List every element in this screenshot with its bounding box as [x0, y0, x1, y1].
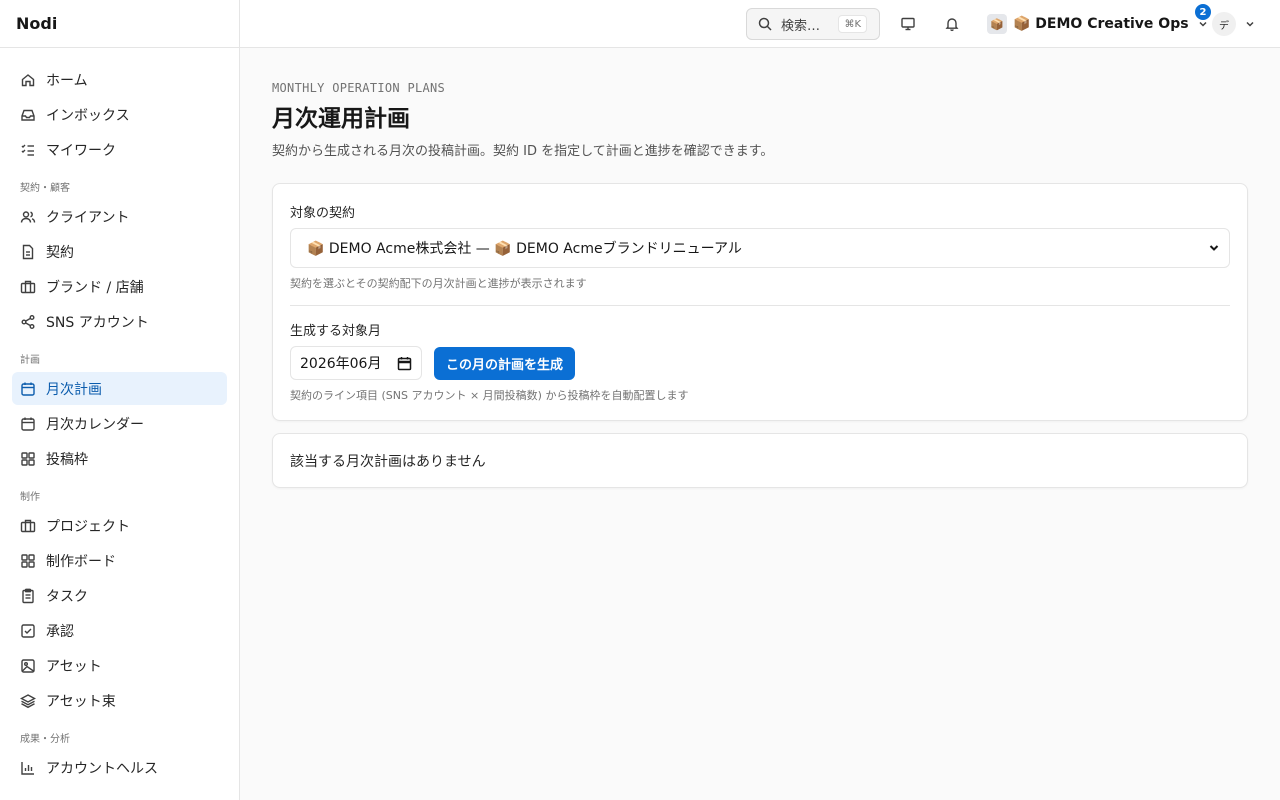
sidebar-item[interactable]: クライアント	[12, 200, 227, 233]
inbox-icon	[20, 107, 36, 123]
search-shortcut: ⌘K	[838, 15, 867, 33]
document-icon	[20, 244, 36, 260]
briefcase-icon	[20, 279, 36, 295]
sidebar-item-label: クライアント	[46, 209, 130, 226]
sidebar-item-label: 契約	[46, 244, 74, 261]
list-check-icon	[20, 142, 36, 158]
users-icon	[20, 209, 36, 225]
sidebar-item[interactable]: アセット束	[12, 684, 227, 717]
empty-state: 該当する月次計画はありません	[272, 433, 1248, 488]
calendar-icon	[20, 416, 36, 432]
sidebar-item[interactable]: 契約	[12, 235, 227, 268]
sidebar-item[interactable]: タスク	[12, 579, 227, 612]
clipboard-icon	[20, 588, 36, 604]
sidebar-item[interactable]: 承認	[12, 614, 227, 647]
sidebar: Nodi ホームインボックス マイワーク契約・顧客クライアント 契約ブランド / 店…	[0, 0, 240, 800]
contract-hint: 契約を選ぶとその契約配下の月次計画と進捗が表示されます	[290, 277, 587, 290]
sidebar-item[interactable]: ホーム	[12, 63, 227, 96]
avatar: デ	[1212, 12, 1236, 36]
sidebar-item-label: マイワーク	[46, 142, 116, 159]
month-label: 生成する対象月	[290, 324, 382, 339]
search-button[interactable]: 検索… ⌘K	[746, 8, 880, 40]
sidebar-item-label: 投稿枠	[46, 451, 88, 468]
sidebar-item[interactable]: マイワーク	[12, 133, 227, 166]
chevron-down-icon	[1207, 241, 1221, 255]
image-icon	[20, 658, 36, 674]
workspace-name: 📦 DEMO Creative Ops	[1013, 16, 1189, 32]
grid-icon	[20, 553, 36, 569]
sidebar-item[interactable]: アセット	[12, 649, 227, 682]
check-square-icon	[20, 623, 36, 639]
sidebar-section-label: 計画	[20, 354, 40, 366]
page-eyebrow: MONTHLY OPERATION PLANS	[272, 81, 446, 95]
home-icon	[20, 72, 36, 88]
sidebar-item-label: アカウントヘルス	[46, 760, 158, 777]
layers-icon	[20, 693, 36, 709]
workspace-switcher[interactable]: 📦 📦 DEMO Creative Ops	[987, 12, 1209, 36]
share-icon	[20, 314, 36, 330]
sidebar-item-label: アセット	[46, 658, 102, 675]
sidebar-item[interactable]: 月次計画	[12, 372, 227, 405]
sidebar-item[interactable]: プロジェクト	[12, 509, 227, 542]
search-icon	[757, 16, 773, 32]
monitor-icon	[900, 16, 916, 32]
sidebar-item-label: タスク	[46, 588, 88, 605]
generate-plan-button[interactable]: この月の計画を生成	[434, 346, 576, 380]
divider	[290, 305, 1230, 306]
briefcase-icon	[20, 518, 36, 534]
contract-label: 対象の契約	[290, 206, 356, 221]
sidebar-item-label: 承認	[46, 623, 74, 640]
sidebar-item-label: プロジェクト	[46, 518, 130, 535]
bar-chart-icon	[20, 760, 36, 776]
sidebar-item-label: ブランド / 店舗	[46, 279, 144, 296]
user-menu[interactable]: デ	[1212, 12, 1256, 36]
empty-state-message: 該当する月次計画はありません	[290, 453, 486, 470]
month-input[interactable]: 2026年06月	[290, 346, 422, 380]
sidebar-item-label: インボックス	[46, 107, 130, 124]
app-logo[interactable]: Nodi	[0, 0, 239, 48]
sidebar-item[interactable]: ブランド / 店舗	[12, 270, 227, 303]
sidebar-section-label: 制作	[20, 491, 40, 503]
sidebar-item-label: 制作ボード	[46, 553, 116, 570]
sidebar-section-label: 契約・顧客	[20, 182, 70, 194]
sidebar-item-label: アセット束	[46, 693, 116, 710]
workspace-avatar: 📦	[987, 14, 1007, 34]
main-content: MONTHLY OPERATION PLANS 月次運用計画 契約から生成される…	[272, 48, 1248, 488]
grid-icon	[20, 451, 36, 467]
contract-select-value: 📦 DEMO Acme株式会社 — 📦 DEMO Acmeブランドリニューアル	[307, 241, 742, 257]
sidebar-item-label: SNS アカウント	[46, 314, 149, 331]
sidebar-item[interactable]: SNS アカウント	[12, 305, 227, 338]
sidebar-item[interactable]: 月次カレンダー	[12, 407, 227, 440]
sidebar-item-label: 月次カレンダー	[46, 416, 144, 433]
sidebar-nav: ホームインボックス マイワーク契約・顧客クライアント 契約ブランド / 店舗 SNS …	[0, 48, 239, 784]
month-hint: 契約のライン項目 (SNS アカウント × 月間投稿数) から投稿枠を自動配置し…	[290, 389, 689, 402]
sidebar-item[interactable]: 制作ボード	[12, 544, 227, 577]
sidebar-item-label: ホーム	[46, 72, 88, 89]
page-title: 月次運用計画	[272, 106, 410, 132]
notifications-button[interactable]	[940, 12, 964, 36]
search-label: 検索…	[781, 18, 821, 34]
sidebar-item[interactable]: アカウントヘルス	[12, 751, 227, 784]
bell-icon	[944, 16, 960, 32]
calendar-icon	[20, 381, 36, 397]
chevron-down-icon	[1244, 18, 1256, 30]
calendar-icon[interactable]	[397, 356, 412, 371]
chevron-down-icon	[1197, 18, 1209, 30]
sidebar-item[interactable]: 投稿枠	[12, 442, 227, 475]
month-input-value: 2026年06月	[300, 356, 382, 372]
contract-select[interactable]: 📦 DEMO Acme株式会社 — 📦 DEMO Acmeブランドリニューアル	[290, 228, 1230, 268]
plan-form-card: 対象の契約 📦 DEMO Acme株式会社 — 📦 DEMO Acmeブランドリ…	[272, 183, 1248, 421]
top-header: 検索… ⌘K 2 📦 📦 DEMO Creative Ops デ	[240, 0, 1280, 48]
sidebar-section-label: 成果・分析	[20, 733, 70, 745]
page-description: 契約から生成される月次の投稿計画。契約 ID を指定して計画と進捗を確認できます…	[272, 144, 774, 159]
sidebar-item[interactable]: インボックス	[12, 98, 227, 131]
sidebar-item-label: 月次計画	[46, 381, 102, 398]
monitor-button[interactable]	[896, 12, 920, 36]
